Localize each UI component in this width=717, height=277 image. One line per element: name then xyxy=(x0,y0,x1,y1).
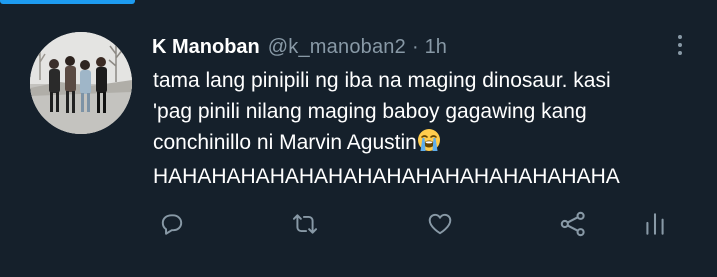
tweet-actions xyxy=(0,206,717,246)
separator-dot: · xyxy=(411,35,419,58)
loudly-crying-face-icon xyxy=(417,128,441,161)
user-handle[interactable]: @k_manoban2 xyxy=(268,36,406,59)
tweet-text-line: HAHAHAHAHAHAHAHAHAHAHAHAHAHAHAHA xyxy=(153,165,620,188)
more-vertical-icon xyxy=(678,35,682,39)
share-button[interactable] xyxy=(555,206,591,242)
group-photo-avatar xyxy=(30,32,132,134)
tweet-text-line: 'pag pinili nilang maging baboy gagawing… xyxy=(153,100,587,123)
timestamp[interactable]: 1h xyxy=(425,36,447,59)
retweet-icon xyxy=(292,214,318,234)
tweet-text-line: conchinillo ni Marvin Agustin xyxy=(153,127,708,161)
tweet-header: K Manoban @k_manoban2 · 1h xyxy=(152,33,447,61)
analytics-button[interactable] xyxy=(637,206,673,242)
heart-icon xyxy=(428,213,452,235)
reply-button[interactable] xyxy=(154,206,190,242)
share-icon xyxy=(560,211,585,237)
tweet-text-segment: conchinillo ni Marvin Agustin xyxy=(153,131,417,154)
tweet[interactable]: K Manoban @k_manoban2 · 1h tama lang pin… xyxy=(0,4,717,277)
more-options-button[interactable] xyxy=(668,30,692,60)
tweet-text: tama lang pinipili ng iba na maging dino… xyxy=(153,65,708,192)
display-name[interactable]: K Manoban xyxy=(152,36,260,59)
analytics-icon xyxy=(646,213,664,235)
reply-icon xyxy=(161,214,183,235)
tweet-text-line: tama lang pinipili ng iba na maging dino… xyxy=(153,69,611,92)
like-button[interactable] xyxy=(422,206,458,242)
avatar[interactable] xyxy=(30,32,132,134)
retweet-button[interactable] xyxy=(287,206,323,242)
